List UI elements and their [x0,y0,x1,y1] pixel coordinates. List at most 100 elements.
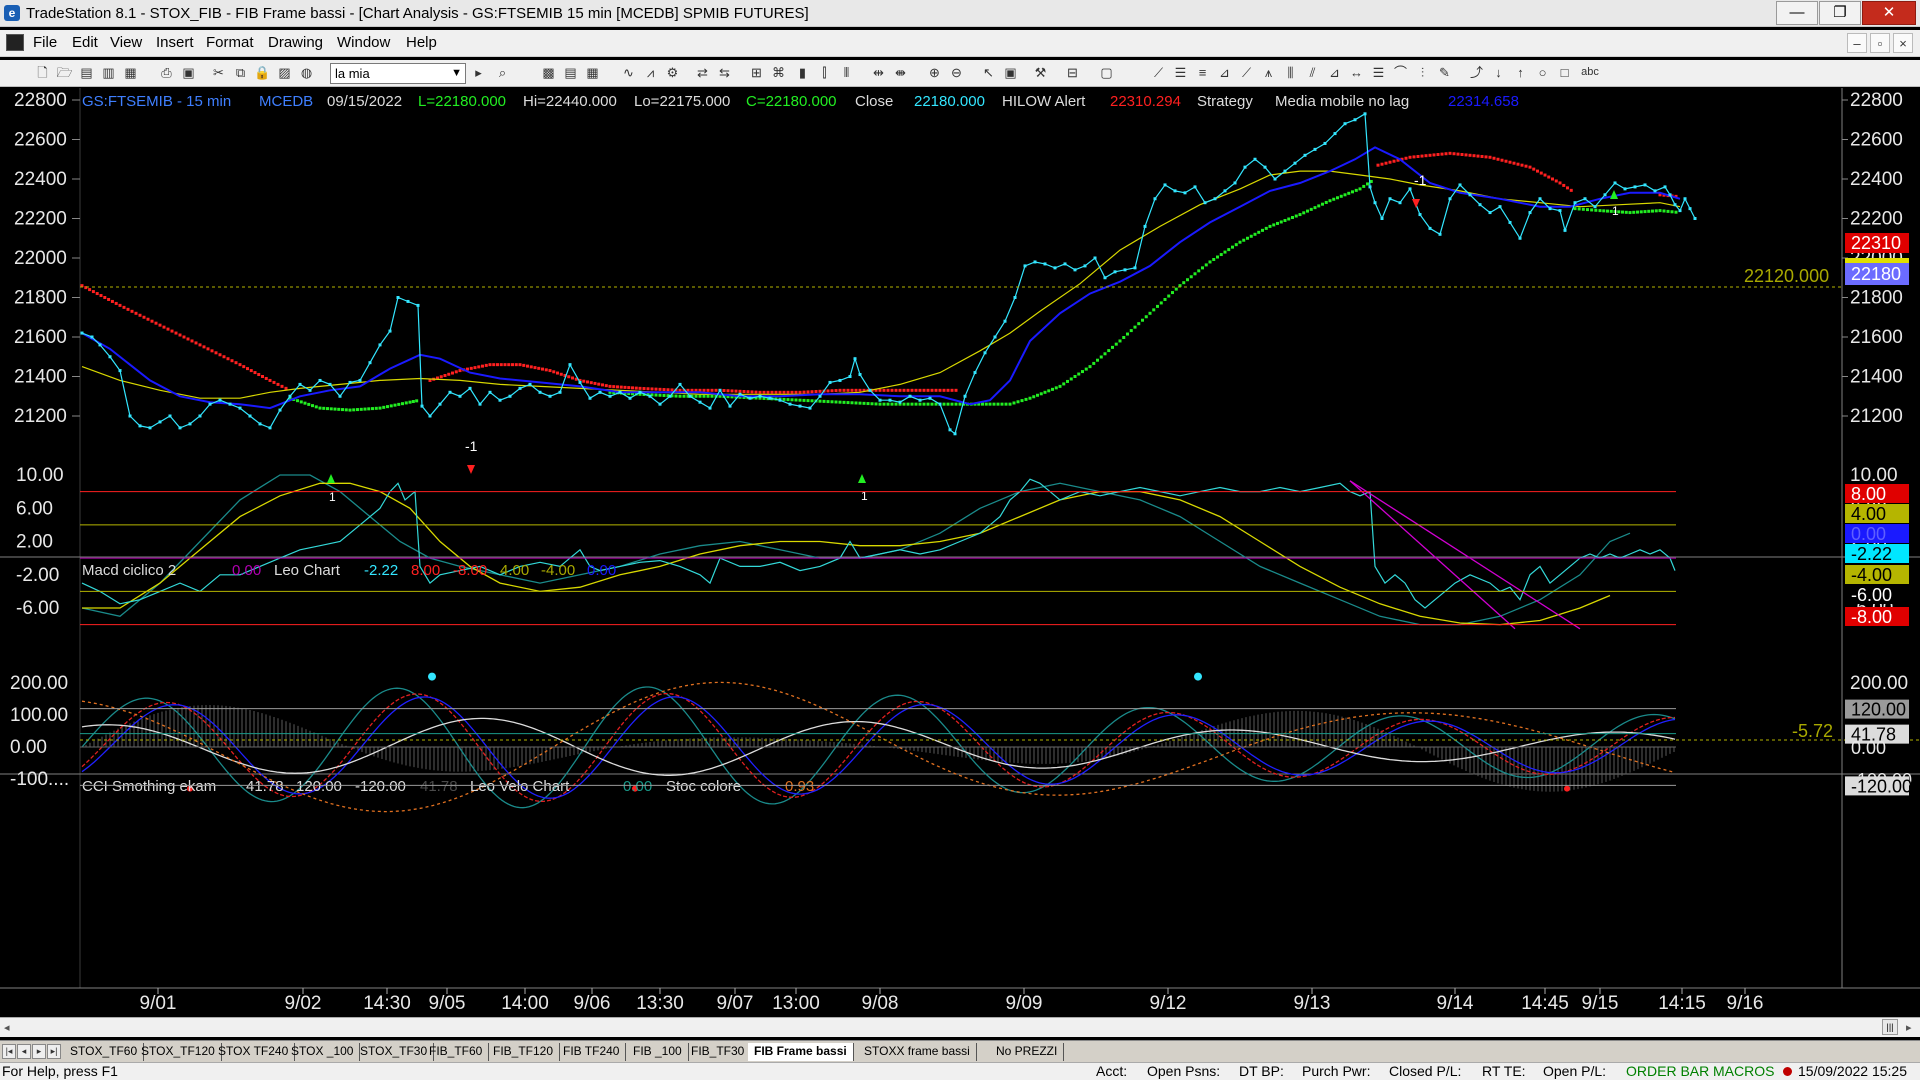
scroll-thumb[interactable]: ||| [1882,1019,1898,1035]
matrix-icon[interactable]: ▦ [584,64,601,81]
macros-button[interactable]: MACROS [1713,1063,1774,1080]
arc-icon[interactable]: ⌒ [1392,64,1409,81]
mdi-restore-button[interactable]: ▫ [1870,33,1890,53]
hilow-red-dot [261,375,264,378]
tab-stox-tf60[interactable]: STOX_TF60 [64,1043,145,1061]
ellipse-icon[interactable]: ○ [1534,64,1551,81]
lock-icon[interactable]: 🔒 [254,64,271,81]
horizontal-line-icon[interactable]: ≡ [1194,64,1211,81]
tab-fib-frame-bassi[interactable]: FIB Frame bassi [748,1043,854,1061]
restore-button[interactable]: ❐ [1819,1,1861,25]
go-arrow-icon[interactable]: ▸ [470,64,487,81]
tab-stox-tf240[interactable]: STOX TF240 [212,1043,296,1061]
scroll-right-icon[interactable]: ▸ [1906,1021,1912,1034]
open-icon[interactable]: 🗁 [56,64,73,81]
menu-format[interactable]: Format [206,34,254,51]
down-arrow-icon[interactable]: ↓ [1490,64,1507,81]
zoom-in-icon[interactable]: ⊕ [926,64,943,81]
speed-lines-icon[interactable]: ⟋ [1238,64,1255,81]
line-chart-icon[interactable]: ∿ [620,64,637,81]
menu-file[interactable]: File [33,34,57,51]
menu-insert[interactable]: Insert [156,34,194,51]
chart-analysis-window[interactable]: GS:FTSEMIB - 15 min MCEDB 09/15/2022 L=2… [0,88,1920,1023]
zoom-out-icon[interactable]: ⊖ [948,64,965,81]
scroll-left-icon[interactable]: ◂ [4,1021,10,1034]
tools-icon[interactable]: ⚒ [1032,64,1049,81]
tab-fib-tf240[interactable]: FIB TF240 [557,1043,627,1061]
workspace-select[interactable]: la mia ▼ [330,63,466,84]
save-icon[interactable]: ▤ [78,64,95,81]
ticks-icon[interactable]: ⦀ [838,64,855,81]
pointer-icon[interactable]: ↖ [980,64,997,81]
rectangle-icon[interactable]: □ [1556,64,1573,81]
pencil-icon[interactable]: ✎ [1436,64,1453,81]
tab-last-icon[interactable]: ▸| [47,1044,61,1059]
mdi-close-button[interactable]: × [1893,33,1913,53]
time-zone-icon[interactable]: ↔ [1348,64,1365,81]
tab-fib-tf120[interactable]: FIB_TF120 [487,1043,561,1061]
menu-window[interactable]: Window [337,34,390,51]
tab-next-icon[interactable]: ▸ [32,1044,46,1059]
radar-icon[interactable]: ▤ [562,64,579,81]
minimize-button[interactable]: — [1776,1,1818,25]
macd-value-6: 0.00 [587,562,616,579]
strategy-icon[interactable]: ⇄ [694,64,711,81]
cycle-lines-icon[interactable]: ⫼ [1282,64,1299,81]
tab-no-prezzi[interactable]: No PREZZI [990,1043,1065,1061]
scanner-icon[interactable]: ⊞ [748,64,765,81]
data-window-icon[interactable]: ▣ [1002,64,1019,81]
gann-fan-icon[interactable]: ⊿ [1216,64,1233,81]
chart-window-icon[interactable] [6,34,24,51]
hilow-green-dot [1647,209,1651,213]
regression-channel-icon[interactable]: ⊿ [1326,64,1343,81]
tab-stoxx-frame-bassi[interactable]: STOXX frame bassi [858,1043,977,1061]
paste-icon[interactable]: ▨ [276,64,293,81]
menu-view[interactable]: View [110,34,142,51]
up-arrow-icon[interactable]: ↑ [1512,64,1529,81]
chart-window-icon-2[interactable]: ▩ [540,64,557,81]
menu-help[interactable]: Help [406,34,437,51]
order-bar-button[interactable]: ORDER BAR [1626,1063,1709,1080]
menu-edit[interactable]: Edit [72,34,98,51]
copy-icon[interactable]: ⧉ [232,64,249,81]
tab-fib-tf30[interactable]: FIB_TF30 [685,1043,752,1061]
text-tool-icon[interactable]: abc [1578,64,1602,81]
save-all-icon[interactable]: ▥ [100,64,117,81]
chart-scrollbar[interactable]: ◂ ||| ▸ [0,1017,1920,1037]
andrews-pitchfork-icon[interactable]: ⩚ [1260,64,1277,81]
mdi-minimize-button[interactable]: – [1847,33,1867,53]
globe-icon[interactable]: ◍ [298,64,315,81]
macd-level-tag-text: -4.00 [1851,565,1892,585]
symbol-lookup-icon[interactable]: ⌕ [494,64,511,81]
workspace-icon[interactable]: ▦ [122,64,139,81]
indicator-icon[interactable]: ⚙ [664,64,681,81]
tab-stox-tf120[interactable]: STOX_TF120 [135,1043,222,1061]
close-button[interactable]: ✕ [1862,1,1916,25]
expand-icon[interactable]: ⇹ [870,64,887,81]
fibonacci-icon[interactable]: ☰ [1370,64,1387,81]
bar-chart-icon[interactable]: ⩘ [642,64,659,81]
format-icon[interactable]: ⇆ [716,64,733,81]
print-icon[interactable]: ⎙ [158,64,175,81]
trendline-icon[interactable]: ⟋ [1150,64,1167,81]
cut-icon[interactable]: ✂ [210,64,227,81]
hilow-red-dot [526,364,529,368]
menu-drawing[interactable]: Drawing [268,34,323,51]
tile-icon[interactable]: ⊟ [1064,64,1081,81]
tab-stox-100[interactable]: STOX _100 [285,1043,361,1061]
tab-prev-icon[interactable]: ◂ [17,1044,31,1059]
curve-icon[interactable]: ⤴ [1468,64,1485,81]
print-preview-icon[interactable]: ▣ [180,64,197,81]
news-icon[interactable]: ⌘ [770,64,787,81]
parallel-lines-icon[interactable]: ⫽ [1304,64,1321,81]
candle-icon[interactable]: ▮ [794,64,811,81]
compress-icon[interactable]: ⇼ [892,64,909,81]
tab-fib-100[interactable]: FIB _100 [627,1043,689,1061]
lines-menu-icon[interactable]: ☰ [1172,64,1189,81]
new-icon[interactable]: 🗋 [34,64,51,81]
tab-fib-tf60[interactable]: FIB_TF60 [423,1043,490,1061]
tab-first-icon[interactable]: |◂ [2,1044,16,1059]
bars-icon[interactable]: ⫿ [816,64,833,81]
help-tip-icon[interactable]: ▢ [1098,64,1115,81]
retracement-icon[interactable]: ⫶ [1414,64,1431,81]
